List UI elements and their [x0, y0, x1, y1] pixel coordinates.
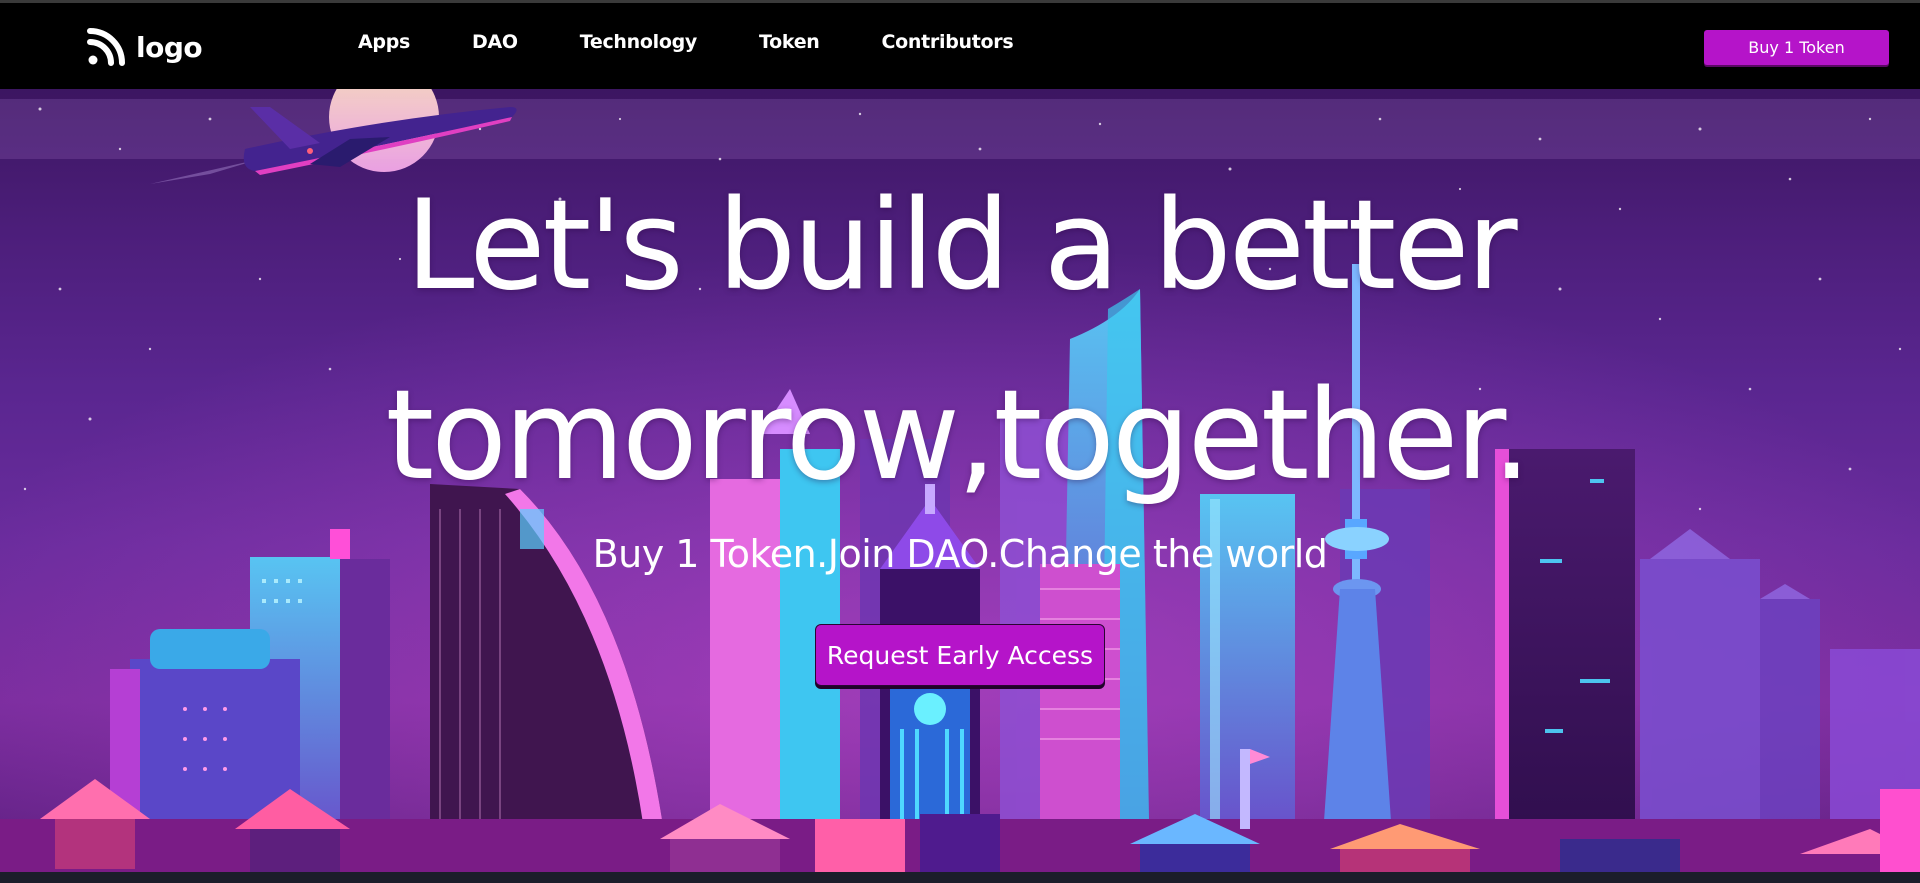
nav-link-technology[interactable]: Technology — [580, 31, 698, 53]
bottom-edge-bar — [0, 872, 1920, 883]
request-early-access-button[interactable]: Request Early Access — [815, 624, 1105, 686]
hero-headline-line2: tomorrow,together. — [385, 364, 1532, 508]
nav-link-token[interactable]: Token — [759, 31, 820, 53]
dark-tower-right — [1495, 449, 1635, 875]
hero-headline-line1: Let's build a better — [405, 174, 1517, 318]
main-nav: Apps DAO Technology Token Contributors — [358, 31, 1014, 53]
logo-text: logo — [136, 30, 203, 64]
buy-token-button[interactable]: Buy 1 Token — [1704, 30, 1889, 65]
hero-subtitle: Buy 1 Token.Join DAO.Change the world — [592, 532, 1328, 576]
hero-section: Let's build a better tomorrow,together. … — [0, 89, 1920, 875]
nav-link-contributors[interactable]: Contributors — [882, 31, 1014, 53]
landing-page: logo Apps DAO Technology Token Contribut… — [0, 0, 1920, 883]
logo[interactable]: logo — [86, 26, 203, 68]
top-navbar: logo Apps DAO Technology Token Contribut… — [0, 0, 1920, 89]
nav-link-dao[interactable]: DAO — [472, 31, 518, 53]
feed-icon — [87, 28, 125, 66]
nav-link-apps[interactable]: Apps — [358, 31, 410, 53]
